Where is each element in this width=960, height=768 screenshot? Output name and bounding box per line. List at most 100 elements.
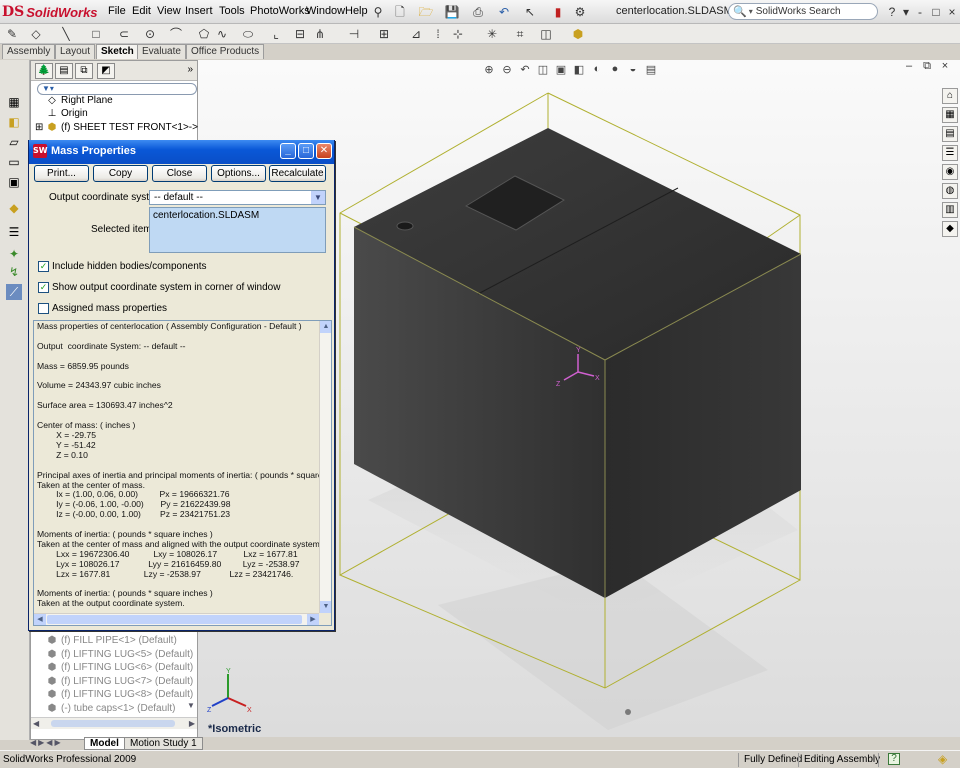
solidworks-logo[interactable]: DS SolidWorks [2,2,98,22]
quick-snaps-icon[interactable]: ✳ [484,26,500,42]
scroll-left-icon[interactable]: ◀ [34,614,46,625]
view-orientation-icon[interactable]: ▣ [552,63,570,76]
results-hscroll[interactable]: ◀ ▶ [34,613,319,625]
design-library-icon[interactable]: ▦ [942,107,958,123]
custom-properties-icon[interactable]: ▥ [942,202,958,218]
menu-tools[interactable]: Tools [219,5,245,17]
tab-layout[interactable]: Layout [55,44,96,59]
section-view-icon[interactable]: ◫ [534,63,552,76]
print-icon[interactable]: ⎙ [470,4,486,20]
search-input[interactable]: 🔍 ▾ SolidWorks Search [728,3,878,20]
tree-filter-input[interactable]: ▼▾ [37,83,197,95]
mass-properties-results[interactable]: Mass properties of centerlocation ( Asse… [33,320,332,626]
tree-item-right-plane[interactable]: ◇ Right Plane [45,95,113,106]
menu-view[interactable]: View [157,5,181,17]
search-dropdown-icon[interactable]: ▾ [749,7,753,16]
tab-assembly[interactable]: Assembly [2,44,56,59]
sketch-icon[interactable]: ✎ [4,26,20,42]
scroll-right-icon[interactable]: ▶ [307,614,319,625]
strip-feature-icon[interactable]: ◆ [6,200,22,216]
arc-icon[interactable]: ⌒ [168,26,184,42]
viewport-close-icon[interactable]: × [936,60,954,73]
relations-icon[interactable]: ⊿ [408,26,424,42]
results-vscroll[interactable]: ▲ ▼ [319,321,331,613]
scroll-up-icon[interactable]: ▲ [320,321,331,333]
convert-entities-icon[interactable]: ⋔ [312,26,328,42]
options-icon[interactable]: ⚙ [572,4,588,20]
tree-item-lifting-lug-8[interactable]: ⬢ (f) LIFTING LUG<8> (Default) [45,689,194,700]
tree-item-fill-pipe[interactable]: ⬢ (f) FILL PIPE<1> (Default) [45,635,177,646]
sketch-plane-icon[interactable]: ◫ [538,26,554,42]
show-coord-system-checkbox[interactable]: ✓ Show output coordinate system in corne… [38,282,280,293]
status-notification-icon[interactable]: ◈ [938,752,947,766]
menu-file[interactable]: File [108,5,126,17]
polygon-icon[interactable]: ⬠ [196,26,212,42]
zoom-to-fit-icon[interactable]: ⊕ [480,63,498,76]
strip-dimension-icon[interactable]: ▭ [6,154,22,170]
assigned-mass-checkbox[interactable]: Assigned mass properties [38,303,167,314]
toolbox-icon[interactable]: ◆ [942,221,958,237]
rebuild-icon[interactable]: ▮ [550,4,566,20]
tree-hscroll[interactable]: ◀ ▶ [31,717,197,729]
recalculate-button[interactable]: Recalculate [269,165,326,182]
fillet-icon[interactable]: ⌞ [268,26,284,42]
display-manager-tab[interactable]: ◩ [97,63,115,79]
tree-item-sheet-test-front[interactable]: ⊞ ⬢ (f) SHEET TEST FRONT<1>-> x (D [35,122,219,133]
scroll-right-icon[interactable]: ▶ [189,719,195,728]
tree-item-tube-caps[interactable]: ⬢ (-) tube caps<1> (Default) [45,703,176,714]
tab-office-products[interactable]: Office Products [186,44,265,59]
scroll-thumb[interactable] [51,720,175,727]
copy-button[interactable]: Copy [93,165,148,182]
edit-appearance-icon[interactable]: ● [606,63,624,75]
line-icon[interactable]: ╲ [58,26,74,42]
strip-active-tool-icon[interactable]: ⟋ [6,284,22,300]
menu-photoworks[interactable]: PhotoWorks [250,5,310,17]
viewport-minimize-icon[interactable]: – [900,60,918,73]
minimize-app-icon[interactable]: - [912,4,928,20]
strip-list-icon[interactable]: ☰ [6,224,22,240]
dialog-title-bar[interactable]: SW Mass Properties _ □ ✕ [29,140,334,164]
tab-evaluate[interactable]: Evaluate [137,44,186,59]
expand-panel-icon[interactable]: » [187,64,193,75]
scroll-thumb[interactable] [47,615,302,624]
open-folder-icon[interactable]: 🗁 [418,4,434,20]
include-hidden-checkbox[interactable]: ✓ Include hidden bodies/components [38,261,207,272]
print-button[interactable]: Print... [34,165,89,182]
ellipse-icon[interactable]: ⬭ [240,26,256,42]
menu-help[interactable]: Help [345,5,368,17]
strip-view-icon[interactable]: ▦ [6,94,22,110]
coord-system-select[interactable]: -- default -- ▼ [149,190,326,205]
zoom-area-icon[interactable]: ⊖ [498,63,516,76]
selected-item[interactable]: centerlocation.SLDASM [153,210,259,221]
slot-icon[interactable]: ⊂ [116,26,132,42]
dialog-close-button[interactable]: ✕ [316,143,332,159]
undo-icon[interactable]: ↶ [496,4,512,20]
scroll-left-icon[interactable]: ◀ [33,719,39,728]
linear-pattern-icon[interactable]: ⁞ [430,26,446,42]
rapid-sketch-icon[interactable]: ⌗ [512,26,528,42]
expand-icon[interactable]: ⊞ [35,122,43,133]
options-button[interactable]: Options... [211,165,266,182]
search-results-icon[interactable]: ☰ [942,145,958,161]
select-icon[interactable]: ↖ [522,4,538,20]
configuration-manager-tab[interactable]: ⧉ [75,63,93,79]
pin-icon[interactable]: ⚲ [370,4,386,20]
close-app-icon[interactable]: × [944,4,960,20]
feature-tree-tab[interactable]: 🌲 [35,63,53,79]
mirror-icon[interactable]: ⊞ [376,26,392,42]
smart-dimension-icon[interactable]: ◇ [28,26,44,42]
maximize-app-icon[interactable]: □ [928,4,944,20]
resources-icon[interactable]: ⌂ [942,88,958,104]
menu-window[interactable]: Window [306,5,345,17]
close-button[interactable]: Close [152,165,207,182]
save-icon[interactable]: 💾 [444,4,460,20]
display-style-icon[interactable]: ◧ [570,63,588,76]
strip-box-icon[interactable]: ▣ [6,174,22,190]
menu-edit[interactable]: Edit [132,5,151,17]
tree-vscroll-arrow[interactable]: ▼ [185,701,197,715]
hide-show-icon[interactable]: ◐ [588,63,606,75]
apply-scene-icon[interactable]: ◒ [624,63,642,75]
previous-view-icon[interactable]: ↶ [516,63,534,76]
tree-item-lifting-lug-7[interactable]: ⬢ (f) LIFTING LUG<7> (Default) [45,676,194,687]
status-help-icon[interactable]: ? [888,753,900,765]
